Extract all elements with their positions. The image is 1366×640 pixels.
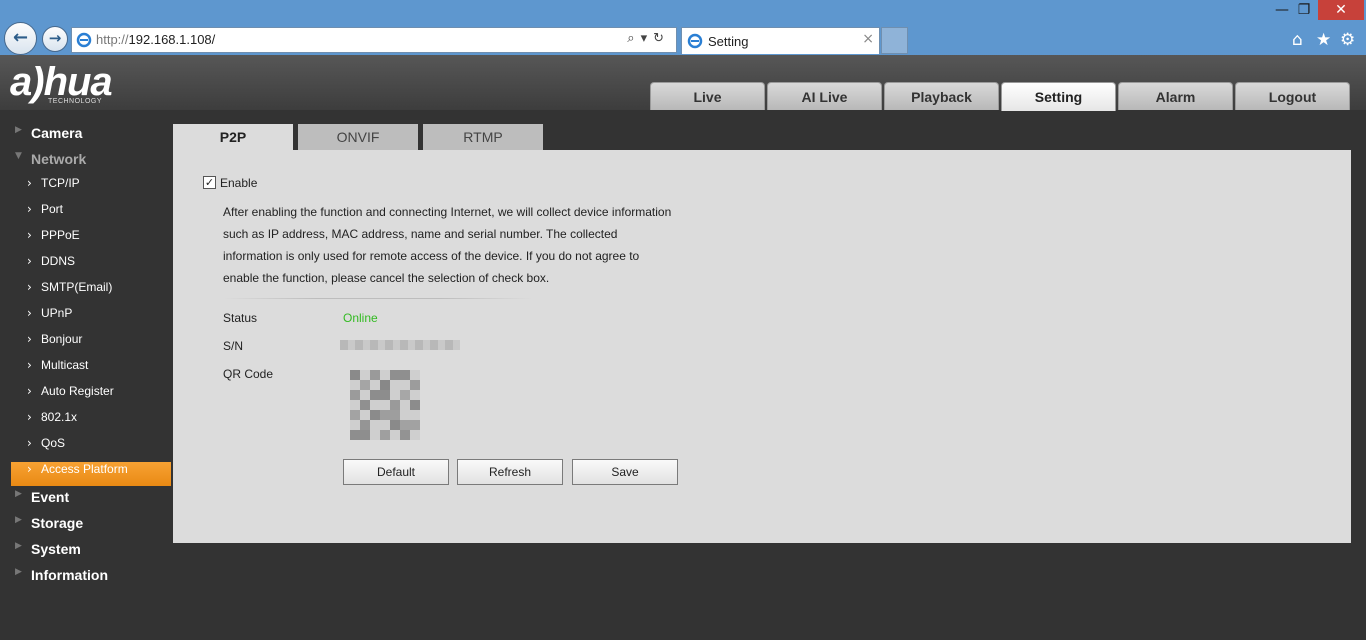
chevron-right-icon: › [27,332,32,346]
status-value: Online [343,311,378,325]
tab-live[interactable]: Live [650,82,765,110]
sidebar-item-label: Information [31,567,108,583]
sidebar-item-label: Event [31,489,70,505]
sidebar-item-label: Port [41,202,64,216]
sidebar-item-smtp[interactable]: › SMTP(Email) [11,280,171,304]
tab-setting[interactable]: Setting [1001,82,1116,111]
qr-code-label: QR Code [223,367,274,381]
expand-arrow-icon: ▶ [15,125,22,135]
sidebar-item-event[interactable]: ▶ Event [11,489,171,513]
sn-value-redacted [340,340,460,350]
chevron-right-icon: › [27,306,32,320]
sidebar-item-label: QoS [41,436,66,450]
logo-text: a)hua [10,60,113,104]
chevron-right-icon: › [27,384,32,398]
divider [223,298,533,299]
enable-label: Enable [220,176,258,190]
qr-code-image [350,370,420,440]
sidebar-item-auto-register[interactable]: › Auto Register [11,384,171,408]
tab-playback[interactable]: Playback [884,82,999,110]
chevron-right-icon: › [27,410,32,424]
sidebar-item-access-platform[interactable]: › Access Platform [11,462,171,486]
restore-icon[interactable]: ❐ [1290,0,1318,20]
forward-button[interactable]: → [42,26,68,52]
tab-onvif[interactable]: ONVIF [298,124,418,150]
default-button[interactable]: Default [343,459,449,485]
sidebar-item-storage[interactable]: ▶ Storage [11,515,171,539]
ie-icon [687,33,703,49]
chevron-right-icon: › [27,358,32,372]
tab-p2p[interactable]: P2P [173,124,293,150]
chevron-right-icon: › [27,280,32,294]
sidebar-item-label: UPnP [41,306,73,320]
sidebar-item-qos[interactable]: › QoS [11,436,171,460]
sidebar-item-upnp[interactable]: › UPnP [11,306,171,330]
sidebar-item-label: PPPoE [41,228,80,242]
back-button[interactable]: ← [4,22,37,55]
sidebar-item-8021x[interactable]: › 802.1x [11,410,171,434]
chevron-right-icon: › [27,254,32,268]
sidebar-item-label: DDNS [41,254,76,268]
sidebar-item-label: Multicast [41,358,89,372]
sidebar-item-pppoe[interactable]: › PPPoE [11,228,171,252]
address-bar[interactable]: http://192.168.1.108/ ⌕▾↻ [71,27,677,53]
sidebar-item-system[interactable]: ▶ System [11,541,171,565]
logo-subtitle: TECHNOLOGY [48,98,103,105]
sidebar-item-label: Access Platform [41,462,128,476]
sidebar-item-camera[interactable]: ▶ Camera [11,125,171,149]
chevron-right-icon: › [27,176,32,190]
chevron-right-icon: › [27,436,32,450]
expand-arrow-icon: ▶ [15,567,22,577]
sidebar-item-label: Bonjour [41,332,83,346]
sidebar-item-label: Auto Register [41,384,114,398]
sidebar-item-multicast[interactable]: › Multicast [11,358,171,382]
sidebar-item-label: TCP/IP [41,176,80,190]
sidebar-item-tcpip[interactable]: › TCP/IP [11,176,171,200]
sidebar-item-label: Storage [31,515,84,531]
address-tools-icon[interactable]: ⌕▾↻ [627,31,670,46]
privacy-notice: After enabling the function and connecti… [223,201,693,289]
close-tab-icon[interactable]: × [862,31,874,47]
sidebar-item-network[interactable]: ▼ Network [11,151,171,175]
notice-line: After enabling the function and connecti… [223,205,672,219]
status-label: Status [223,311,258,325]
save-button[interactable]: Save [572,459,678,485]
notice-line: information is only used for remote acce… [223,249,640,263]
tab-rtmp[interactable]: RTMP [423,124,543,150]
sidebar-item-ddns[interactable]: › DDNS [11,254,171,278]
enable-checkbox[interactable]: ✓ [203,176,216,189]
refresh-button[interactable]: Refresh [457,459,563,485]
collapse-arrow-icon: ▼ [15,151,22,161]
url-text: http://192.168.1.108/ [96,32,216,47]
logo: a)hua TECHNOLOGY [10,60,113,105]
tab-title: Setting [708,34,749,49]
ie-icon [76,32,92,48]
sidebar-item-bonjour[interactable]: › Bonjour [11,332,171,356]
new-tab-button[interactable] [881,27,908,54]
expand-arrow-icon: ▶ [15,541,22,551]
tab-alarm[interactable]: Alarm [1118,82,1233,110]
sidebar-item-label: Camera [31,125,83,141]
chevron-right-icon: › [27,202,32,216]
expand-arrow-icon: ▶ [15,515,22,525]
chevron-right-icon: › [27,228,32,242]
sidebar-item-information[interactable]: ▶ Information [11,567,171,591]
sidebar-item-label: SMTP(Email) [41,280,113,294]
sn-label: S/N [223,339,244,353]
tools-icon[interactable]: ⚙ [1340,30,1355,50]
notice-line: enable the function, please cancel the s… [223,271,550,285]
sidebar-item-port[interactable]: › Port [11,202,171,226]
sidebar-item-label: Network [31,151,87,167]
close-window-icon[interactable]: ✕ [1318,0,1364,20]
tab-ai-live[interactable]: AI Live [767,82,882,110]
browser-tab-setting[interactable]: Setting × [681,27,880,54]
expand-arrow-icon: ▶ [15,489,22,499]
favorites-icon[interactable]: ★ [1316,30,1331,50]
tab-logout[interactable]: Logout [1235,82,1350,110]
sidebar-item-label: System [31,541,81,557]
home-icon[interactable]: ⌂ [1292,30,1303,50]
sidebar-item-label: 802.1x [41,410,78,424]
chevron-right-icon: › [27,462,32,476]
notice-line: such as IP address, MAC address, name an… [223,227,618,241]
